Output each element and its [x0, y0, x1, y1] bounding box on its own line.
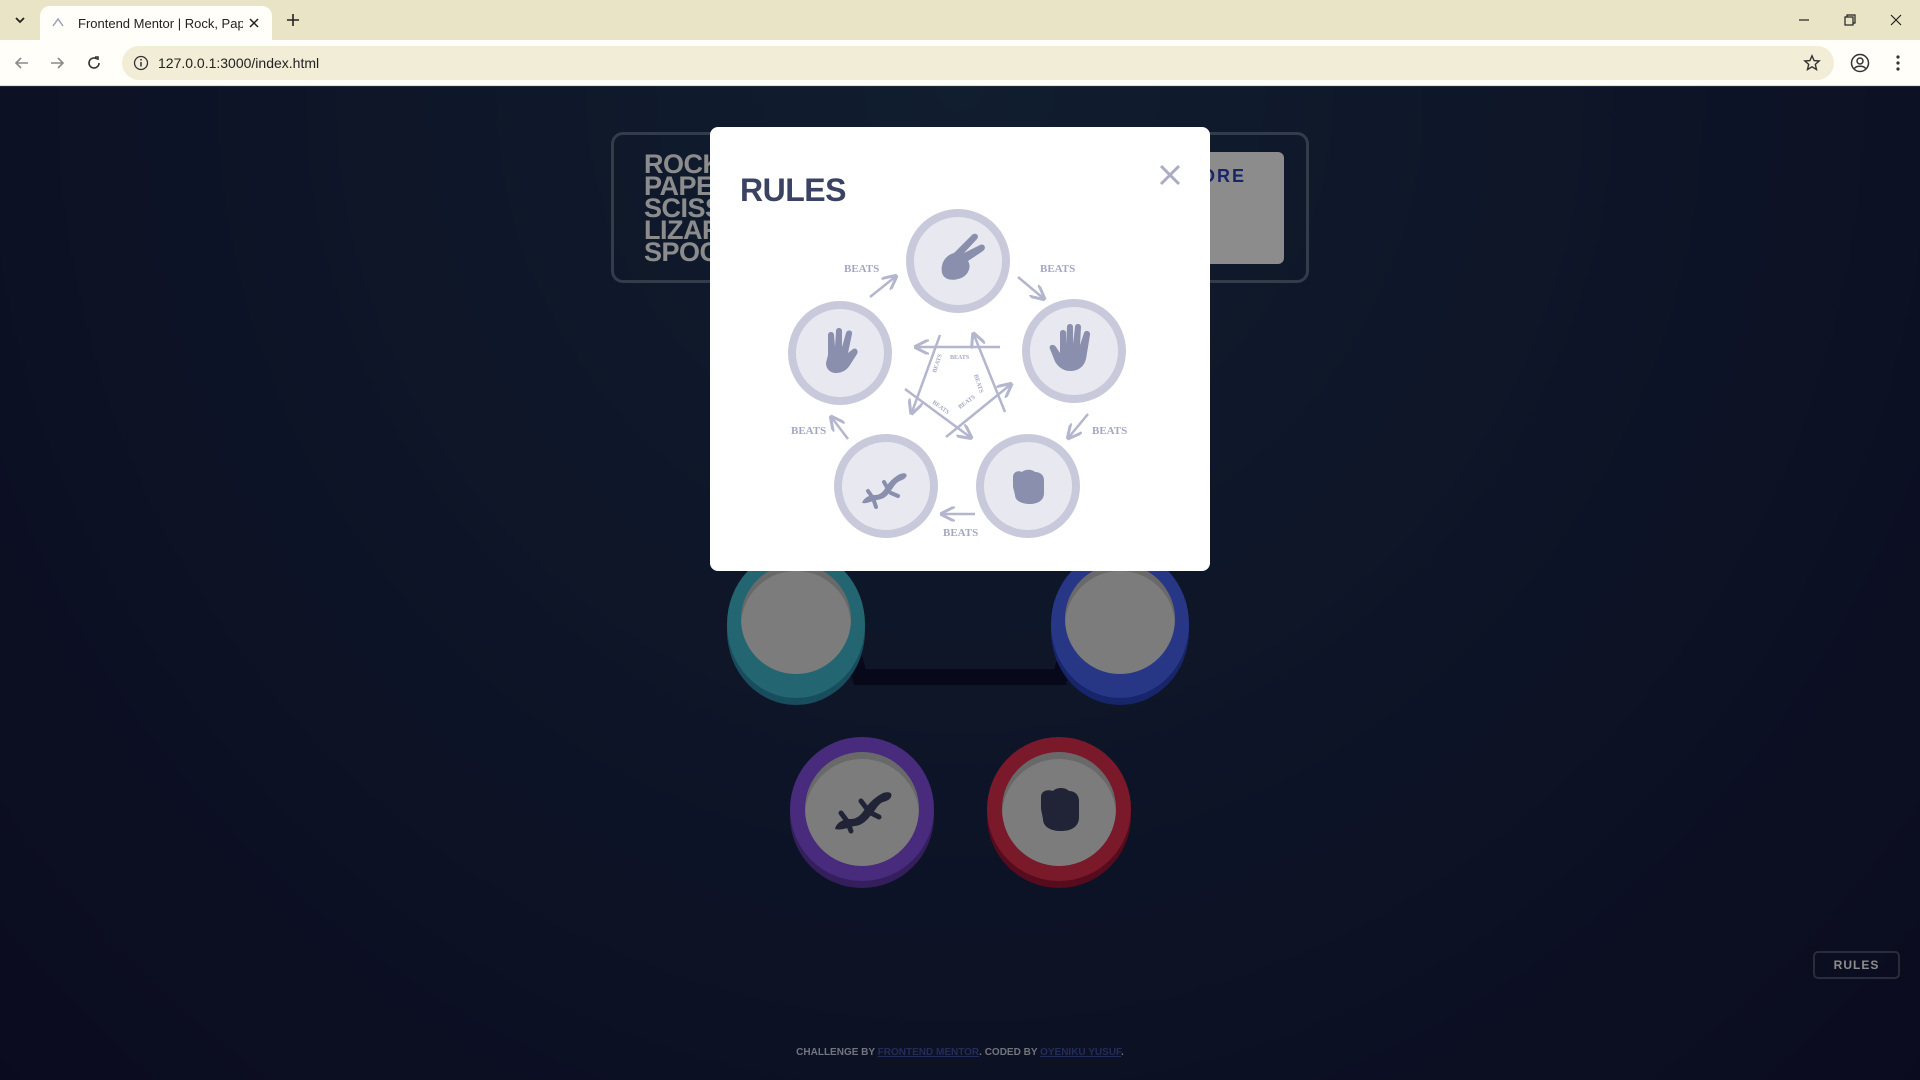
rules-lizard	[834, 434, 938, 538]
address-bar[interactable]: 127.0.0.1:3000/index.html	[122, 46, 1834, 80]
restore-icon[interactable]	[1838, 8, 1862, 32]
arrow-left-icon[interactable]	[10, 51, 34, 75]
favicon-icon	[50, 15, 66, 31]
info-icon[interactable]	[132, 54, 150, 72]
profile-icon[interactable]	[1848, 51, 1872, 75]
beats-arrow	[1017, 276, 1043, 298]
beats-arrow	[869, 277, 895, 298]
beats-arrow	[1069, 413, 1089, 437]
rules-paper	[1022, 299, 1126, 403]
plus-icon[interactable]	[282, 9, 304, 31]
beats-label: BEATS	[1040, 263, 1075, 275]
beats-label: BEATS	[791, 425, 826, 437]
kebab-menu-icon[interactable]	[1886, 51, 1910, 75]
beats-label: BEATS	[972, 374, 984, 395]
beats-arrow	[832, 418, 849, 440]
beats-label: BEATS	[958, 394, 978, 411]
browser-toolbar: 127.0.0.1:3000/index.html	[0, 40, 1920, 86]
rules-modal: RULES BEATS BEATS BEATS BEATS BEATS BEAT	[710, 127, 1210, 571]
close-icon[interactable]	[1884, 8, 1908, 32]
star-icon[interactable]	[1802, 53, 1822, 73]
tab-title: Frontend Mentor | Rock, Paper, Scissors	[78, 15, 243, 31]
browser-tab[interactable]: Frontend Mentor | Rock, Paper, Scissors	[40, 6, 272, 40]
inner-star	[904, 335, 1010, 437]
minimize-icon[interactable]	[1792, 8, 1816, 32]
rules-diagram: BEATS BEATS BEATS BEATS BEATS BEATS BEAT…	[788, 209, 1127, 539]
close-icon[interactable]	[246, 15, 262, 31]
rules-scissors	[906, 209, 1010, 313]
browser-tab-bar: Frontend Mentor | Rock, Paper, Scissors	[0, 0, 1920, 40]
rock-icon	[1013, 469, 1044, 504]
reload-icon[interactable]	[82, 51, 106, 75]
beats-label: BEATS	[844, 263, 879, 275]
beats-label: BEATS	[943, 527, 978, 539]
rules-spock	[788, 301, 892, 405]
url-text: 127.0.0.1:3000/index.html	[158, 55, 320, 71]
beats-label: BEATS	[1092, 425, 1127, 437]
arrow-right-icon[interactable]	[45, 51, 69, 75]
beats-label: BEATS	[950, 355, 970, 361]
rules-rock	[976, 434, 1080, 538]
beats-label: BEATS	[932, 353, 944, 374]
chevron-down-icon[interactable]	[8, 9, 32, 31]
